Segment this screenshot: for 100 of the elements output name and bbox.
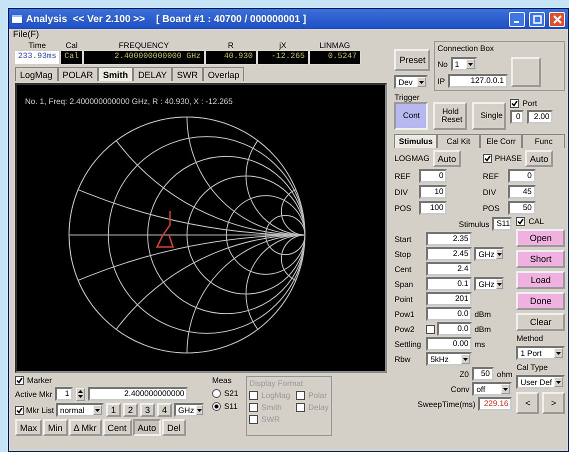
input-field[interactable]: 2.45: [426, 247, 472, 261]
input-field[interactable]: S11: [492, 217, 512, 231]
display-tab[interactable]: LogMag: [15, 67, 58, 81]
ip-field[interactable]: 127.0.0.1: [448, 74, 508, 88]
checkmark-icon: [16, 377, 23, 384]
radio-button[interactable]: [212, 389, 222, 398]
spin-button[interactable]: [76, 388, 86, 400]
calibration-button[interactable]: Clear: [516, 313, 565, 331]
input-field[interactable]: 45: [508, 185, 536, 199]
input-field[interactable]: 2.400000000000: [88, 387, 188, 401]
marker-button[interactable]: Min: [43, 419, 68, 436]
trigger-button[interactable]: Cont: [394, 102, 428, 130]
checkbox-label: Mkr List: [26, 406, 54, 414]
caret-icon: [419, 80, 424, 84]
marker-button[interactable]: Del: [162, 419, 186, 436]
input-field[interactable]: 0.0: [437, 322, 472, 336]
field-label: Point: [394, 294, 414, 304]
rbw-dropdown[interactable]: 5kHz: [426, 352, 472, 366]
input-field[interactable]: 1: [55, 387, 74, 401]
display-tab[interactable]: POLAR: [58, 67, 98, 81]
readout-value: 2.400000000000 GHz: [84, 51, 204, 64]
checkbox-label: SWR: [261, 415, 280, 424]
marker-index-button[interactable]: 1: [106, 403, 122, 417]
nav-button[interactable]: >: [542, 392, 565, 414]
mode-dropdown[interactable]: normal: [56, 403, 104, 417]
maximize-button[interactable]: [529, 12, 545, 26]
display-tab[interactable]: SWR: [172, 67, 203, 81]
calibration-button[interactable]: Load: [516, 271, 565, 289]
checkbox[interactable]: [510, 99, 520, 108]
calibration-button[interactable]: Open: [516, 229, 565, 247]
marker-button[interactable]: Max: [15, 419, 42, 436]
marker-index-button[interactable]: 4: [157, 403, 172, 417]
auto-button[interactable]: Auto: [524, 150, 554, 167]
input-field[interactable]: 2.35: [426, 232, 472, 246]
marker-index-button[interactable]: 2: [123, 403, 138, 417]
input-field[interactable]: 10: [419, 185, 448, 199]
input-field[interactable]: 0: [419, 169, 448, 183]
method-dropdown[interactable]: 1 Port: [516, 346, 565, 360]
trigger-button[interactable]: Single: [472, 102, 506, 130]
close-icon: [552, 14, 562, 24]
input-field[interactable]: 50: [472, 367, 494, 381]
conv-dropdown[interactable]: off: [472, 382, 512, 396]
input-field[interactable]: 2.4: [426, 262, 472, 276]
input-field[interactable]: 50: [508, 201, 536, 215]
input-field[interactable]: 0.00: [426, 337, 472, 351]
display-tab[interactable]: Smith: [98, 67, 134, 81]
field-label: Pow1: [394, 310, 416, 318]
menu-item[interactable]: File(F): [13, 29, 39, 41]
checkbox[interactable]: [426, 324, 436, 334]
input-field[interactable]: 0: [508, 169, 536, 183]
readout-label: Cal: [66, 41, 78, 51]
unit-dropdown[interactable]: GHz: [174, 403, 204, 417]
group-title: Meas: [212, 376, 233, 385]
preset-button[interactable]: Preset: [394, 49, 430, 71]
display-tab[interactable]: Overlap: [202, 67, 244, 81]
input-field[interactable]: 100: [419, 201, 448, 215]
input-field[interactable]: 201: [426, 292, 472, 306]
input-field[interactable]: 2.00: [527, 110, 554, 124]
unit-dropdown[interactable]: GHz: [474, 277, 504, 291]
marker-button[interactable]: Δ Mkr: [68, 419, 102, 436]
marker-info: No. 1, Freq: 2.400000000000 GHz, R : 40.930, X : -12.265: [25, 97, 233, 106]
caret-icon: [95, 408, 100, 412]
maximize-icon: [532, 14, 542, 24]
scale-label: LOGMAG: [394, 154, 430, 163]
checkbox[interactable]: [516, 217, 526, 226]
input-field[interactable]: 0.1: [426, 277, 472, 291]
settings-tab[interactable]: Stimulus: [394, 134, 438, 148]
close-button[interactable]: [549, 12, 565, 26]
nav-button[interactable]: <: [516, 392, 540, 414]
field-label: REF: [482, 172, 500, 180]
settings-tab[interactable]: Ele Corr: [480, 134, 522, 148]
trace-line: [156, 211, 174, 248]
checkmark-icon: [511, 100, 518, 107]
checkbox[interactable]: [482, 154, 492, 163]
device-dropdown[interactable]: Dev: [394, 75, 428, 89]
readout-value: -12.265: [258, 51, 308, 64]
input-field[interactable]: 0.0: [426, 307, 472, 321]
radio-label: S21: [224, 389, 238, 398]
calibration-button[interactable]: Short: [516, 250, 565, 268]
display-tab[interactable]: DELAY: [133, 67, 172, 81]
checkbox[interactable]: [15, 406, 24, 414]
settings-tab[interactable]: Func: [522, 134, 565, 148]
checkbox-label: Port: [522, 99, 538, 108]
radio-button[interactable]: [212, 402, 222, 411]
marker-button[interactable]: Auto: [132, 419, 162, 436]
minimize-button[interactable]: [509, 12, 525, 26]
auto-button[interactable]: Auto: [432, 150, 462, 167]
settings-tab[interactable]: Cal Kit: [437, 134, 480, 148]
input-field[interactable]: 0: [510, 110, 524, 124]
marker-button[interactable]: Cent: [102, 419, 132, 436]
sweep-time-field[interactable]: 229.16: [478, 397, 512, 411]
number-dropdown[interactable]: 1: [450, 57, 477, 71]
field-label: IP: [437, 76, 446, 86]
calibration-button[interactable]: Done: [516, 292, 565, 310]
unit-dropdown[interactable]: GHz: [474, 247, 504, 261]
cal-type-dropdown[interactable]: User Def: [516, 375, 565, 389]
checkbox[interactable]: [15, 376, 24, 385]
trigger-button[interactable]: Hold Reset: [433, 102, 468, 130]
marker-index-button[interactable]: 3: [140, 403, 156, 417]
readout-label: jX: [279, 41, 286, 51]
